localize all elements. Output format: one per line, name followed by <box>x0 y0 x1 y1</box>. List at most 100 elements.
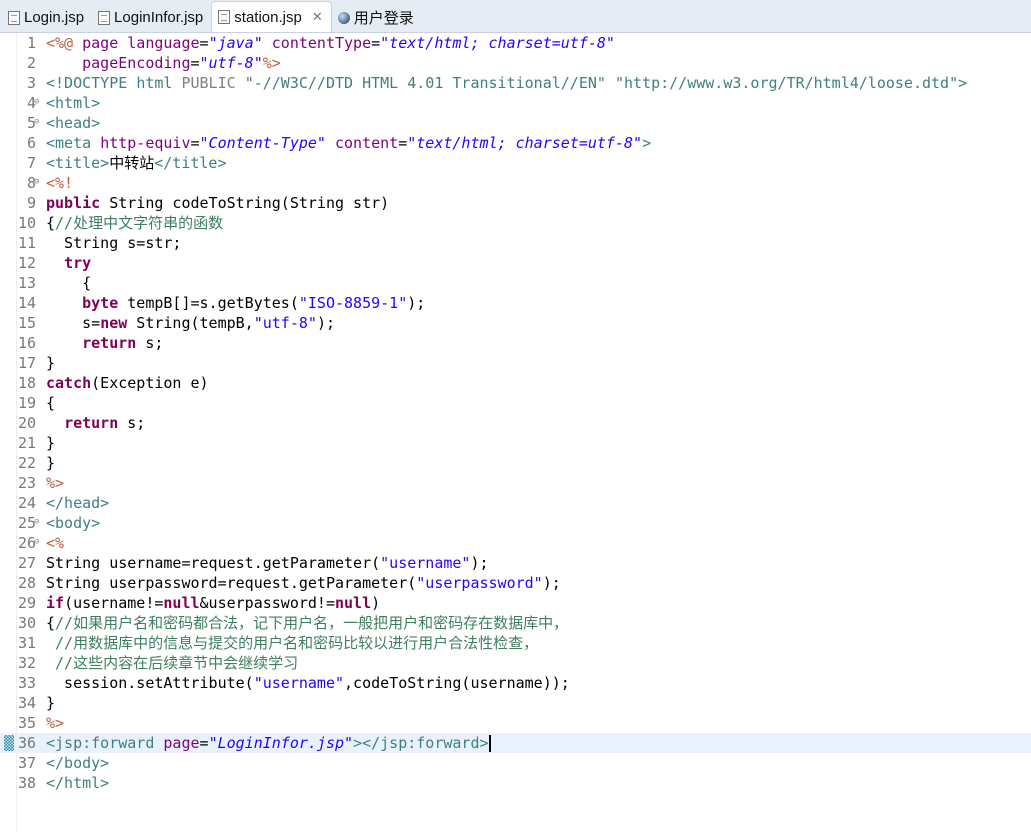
token-plain: session.setAttribute( <box>46 674 254 692</box>
code-line[interactable]: 3 <!DOCTYPE html PUBLIC "-//W3C//DTD HTML… <box>0 73 1031 93</box>
code-line[interactable]: 25 ⊖ <body> <box>0 513 1031 533</box>
token-str: "Content-Type" <box>199 134 326 152</box>
code-line[interactable]: 31 //用数据库中的信息与提交的用户名和密码比较以进行用户合法性检查， <box>0 633 1031 653</box>
fold-toggle-icon[interactable]: ⊖ <box>34 538 39 547</box>
tab-[interactable]: 用户登录 <box>332 3 422 32</box>
token-jsp: <% <box>46 534 65 552</box>
token-kw: null <box>335 594 372 612</box>
tab-label: LoginInfor.jsp <box>114 9 204 26</box>
line-number: 34 <box>17 694 36 712</box>
code-line[interactable]: 23 %> <box>0 473 1031 493</box>
code-line[interactable]: 28 String userpassword=request.getParamet… <box>0 573 1031 593</box>
tab-label: station.jsp <box>234 8 302 26</box>
token-cmt: //处理中文字符串的函数 <box>55 214 224 232</box>
line-number: 1 <box>26 34 36 52</box>
token-plain: &userpassword!= <box>199 594 335 612</box>
code-line[interactable]: 15 s=new String(tempB,"utf-8"); <box>0 313 1031 333</box>
code-line[interactable]: 6 <meta http-equiv="Content-Type" content… <box>0 133 1031 153</box>
token-plain: String s=str; <box>46 234 182 252</box>
token-plain: ); <box>470 554 489 572</box>
token-plain: } <box>46 694 56 712</box>
code-line[interactable]: 10 {//处理中文字符串的函数 <box>0 213 1031 233</box>
code-text: <html> <box>46 93 100 113</box>
code-line[interactable]: 37 </body> <box>0 753 1031 773</box>
jsp-file-icon <box>218 10 231 24</box>
code-line[interactable]: 13 { <box>0 273 1031 293</box>
token-cmt: //如果用户名和密码都合法，记下用户名，一般把用户和密码存在数据库中， <box>55 614 569 632</box>
code-line[interactable]: 11 String s=str; <box>0 233 1031 253</box>
token-tag: </body> <box>46 754 110 772</box>
code-line[interactable]: 38 </html> <box>0 773 1031 793</box>
code-text: </html> <box>46 773 109 793</box>
token-tag: <html> <box>46 94 101 112</box>
token-tag: ></jsp:forward> <box>353 734 489 752</box>
code-text: } <box>46 693 55 713</box>
code-text: <%! <box>46 173 73 193</box>
code-line[interactable]: 12 try <box>0 253 1031 273</box>
token-str: "LoginInfor.jsp" <box>208 734 354 752</box>
code-text: } <box>46 433 55 453</box>
line-number: 25 <box>17 514 36 532</box>
line-number: 20 <box>17 414 36 432</box>
token-tag: <title> <box>46 154 110 172</box>
code-line[interactable]: 5 ⊖ <head> <box>0 113 1031 133</box>
tab-station-jsp[interactable]: station.jsp ✕ <box>211 1 332 32</box>
code-line[interactable]: 21} <box>0 433 1031 453</box>
token-jstr: "username" <box>253 674 345 692</box>
line-number: 35 <box>17 714 36 732</box>
token-jstr: "utf-8" <box>253 314 317 332</box>
code-line[interactable]: 30 {//如果用户名和密码都合法，记下用户名，一般把用户和密码存在数据库中， <box>0 613 1031 633</box>
code-line[interactable]: 26 ⊖ <% <box>0 533 1031 553</box>
fold-toggle-icon[interactable]: ⊖ <box>34 178 39 187</box>
code-line[interactable]: 20 return s; <box>0 413 1031 433</box>
code-line[interactable]: 4 ⊖ <html> <box>0 93 1031 113</box>
close-icon[interactable]: ✕ <box>312 9 323 25</box>
code-editor[interactable]: 1 <%@ page language="java" contentType="t… <box>0 33 1031 832</box>
code-line[interactable]: 14 byte tempB[]=s.getBytes("ISO-8859-1")… <box>0 293 1031 313</box>
code-line[interactable]: 16 return s; <box>0 333 1031 353</box>
code-line[interactable]: 7 <title>中转站</title> <box>0 153 1031 173</box>
code-line[interactable]: 36 <jsp:forward page="LoginInfor.jsp"></j… <box>0 733 1031 753</box>
code-line[interactable]: 1 <%@ page language="java" contentType="t… <box>0 33 1031 53</box>
code-line[interactable]: 33 session.setAttribute("username",codeT… <box>0 673 1031 693</box>
code-line[interactable]: 34} <box>0 693 1031 713</box>
code-text: { <box>46 393 55 413</box>
line-number: 23 <box>17 474 36 492</box>
code-line[interactable]: 27 String username=request.getParameter("… <box>0 553 1031 573</box>
token-attr: page <box>163 734 200 752</box>
code-line[interactable]: 9 public String codeToString(String str) <box>0 193 1031 213</box>
code-text: String s=str; <box>46 233 181 253</box>
line-number: 11 <box>17 234 36 252</box>
token-plain: s= <box>46 314 101 332</box>
token-dt: PUBLIC <box>172 74 245 92</box>
code-line[interactable]: 17} <box>0 353 1031 373</box>
tab-logininfor-jsp[interactable]: LoginInfor.jsp <box>92 3 211 32</box>
jsp-file-icon <box>8 10 20 25</box>
code-text: {//处理中文字符串的函数 <box>46 213 223 233</box>
code-text: </head> <box>46 493 109 513</box>
code-line[interactable]: 2 pageEncoding="utf-8"%> <box>0 53 1031 73</box>
code-line[interactable]: 18 catch(Exception e) <box>0 373 1031 393</box>
token-plain: String codeToString(String str) <box>100 194 390 212</box>
code-line[interactable]: 19 { <box>0 393 1031 413</box>
token-plain: } <box>46 354 56 372</box>
fold-toggle-icon[interactable]: ⊖ <box>34 118 39 127</box>
line-number: 33 <box>17 674 36 692</box>
token-plain: s; <box>118 414 146 432</box>
tab-login-jsp[interactable]: Login.jsp <box>2 3 92 32</box>
token-jsp: %> <box>46 714 65 732</box>
code-text: { <box>46 273 91 293</box>
line-number: 38 <box>17 774 36 792</box>
code-line[interactable]: 22} <box>0 453 1031 473</box>
fold-toggle-icon[interactable]: ⊖ <box>34 98 39 107</box>
code-line[interactable]: 35 %> <box>0 713 1031 733</box>
code-line[interactable]: 29 if(username!=null&userpassword!=null) <box>0 593 1031 613</box>
line-number: 4 <box>26 94 36 112</box>
code-line[interactable]: 24 </head> <box>0 493 1031 513</box>
line-number: 30 <box>17 614 36 632</box>
fold-toggle-icon[interactable]: ⊖ <box>34 518 39 527</box>
code-line[interactable]: 8 ⊖ <%! <box>0 173 1031 193</box>
code-line[interactable]: 32 //这些内容在后续章节中会继续学习 <box>0 653 1031 673</box>
